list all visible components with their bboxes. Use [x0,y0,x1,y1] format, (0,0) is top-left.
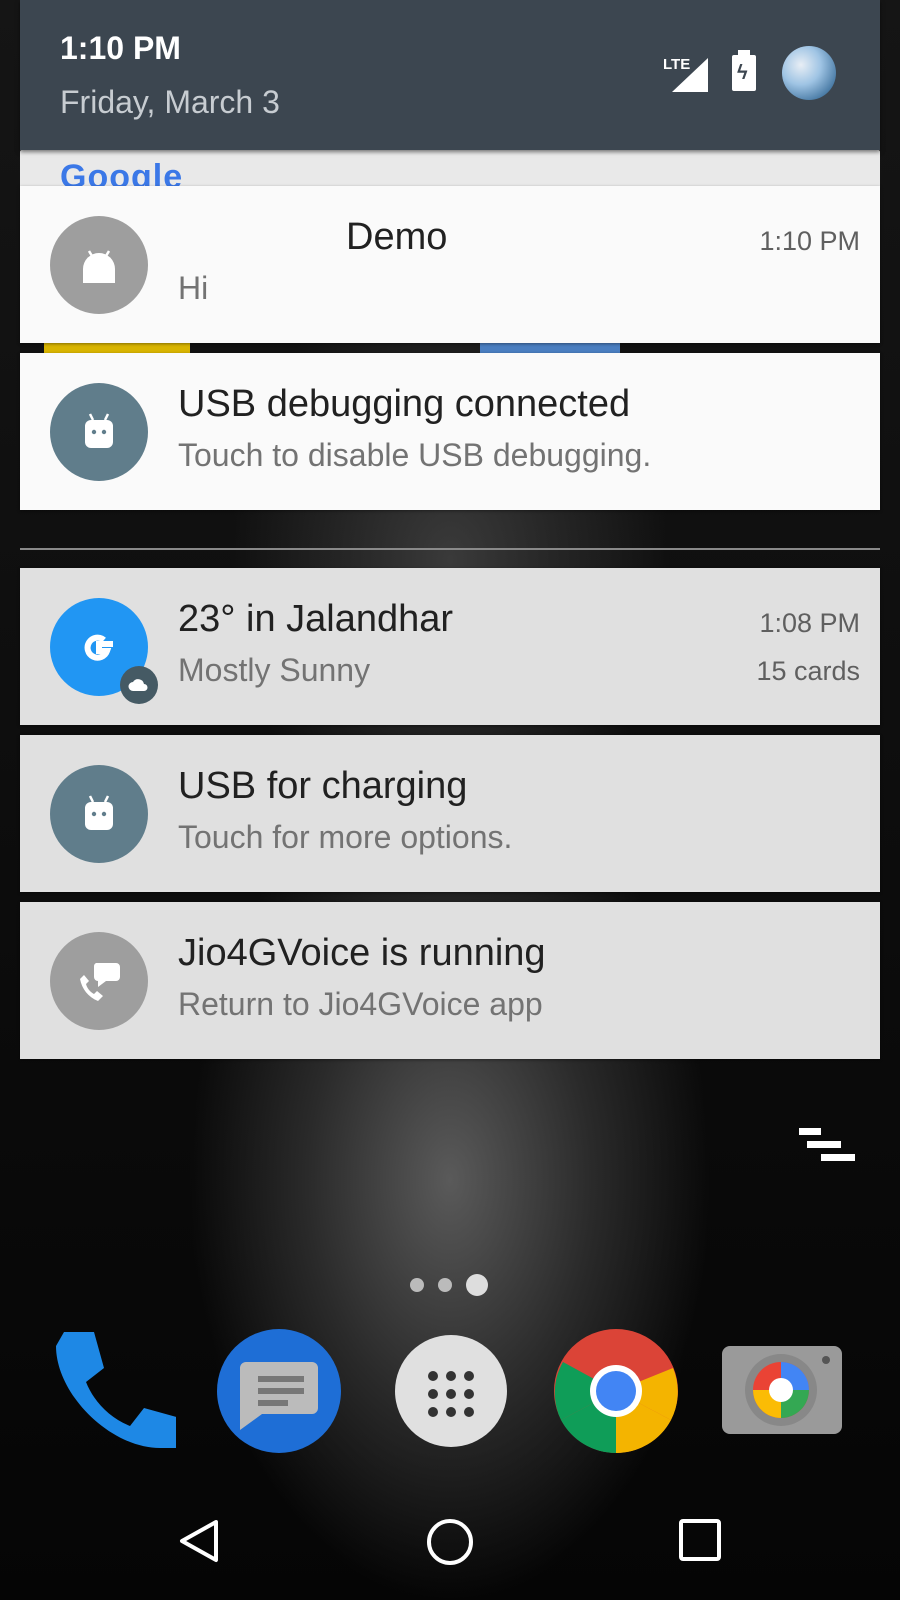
quick-status-header[interactable]: 1:10 PM Friday, March 3 LTE ϟ [20,0,880,150]
notification-usb-debugging[interactable]: USB debugging connected Touch to disable… [20,353,880,510]
android-head-icon [50,765,148,863]
notification-text: Touch to disable USB debugging. [178,437,652,473]
notification-jio4gvoice[interactable]: Jio4GVoice is running Return to Jio4GVoi… [20,902,880,1059]
notification-text: Mostly Sunny [178,652,371,688]
notification-info: 15 cards [756,656,860,686]
android-icon [50,216,148,314]
google-search-bar: Google [20,150,880,196]
phone-chat-icon [50,932,148,1030]
notification-divider [20,548,880,550]
notification-weather[interactable]: 23° in Jalandhar Mostly Sunny 1:08 PM 15… [20,568,880,725]
notification-text: Return to Jio4GVoice app [178,986,543,1022]
page-indicator [410,1274,502,1296]
cloud-icon [120,666,158,704]
notification-demo[interactable]: Demo Hi 1:10 PM [20,186,880,343]
camera-icon[interactable] [718,1328,844,1454]
back-icon[interactable] [176,1518,222,1569]
notification-usb-charging[interactable]: USB for charging Touch for more options. [20,735,880,892]
recents-icon[interactable] [678,1518,722,1567]
date-label[interactable]: Friday, March 3 [60,84,280,121]
android-head-icon [50,383,148,481]
notification-title: 23° in Jalandhar [178,598,454,640]
notification-title: USB debugging connected [178,383,631,425]
notification-title: USB for charging [178,765,468,807]
notification-text: Touch for more options. [178,819,513,855]
notification-time: 1:10 PM [759,226,860,256]
navigation-bar [0,1490,900,1600]
messages-icon[interactable] [216,1328,342,1454]
chrome-icon[interactable] [553,1328,679,1454]
clear-all-icon[interactable] [799,1128,855,1167]
home-icon[interactable] [426,1518,474,1571]
notification-text: Hi [178,270,209,306]
clock-time: 1:10 PM [60,30,181,66]
notification-title: Demo [346,216,448,258]
phone-icon[interactable] [50,1328,180,1454]
battery-charging-icon: ϟ [732,50,756,91]
notification-time: 1:08 PM [759,608,860,638]
signal-icon [672,58,708,92]
user-avatar-icon[interactable] [782,46,836,100]
app-drawer-icon[interactable] [388,1328,514,1454]
notification-title: Jio4GVoice is running [178,932,546,974]
